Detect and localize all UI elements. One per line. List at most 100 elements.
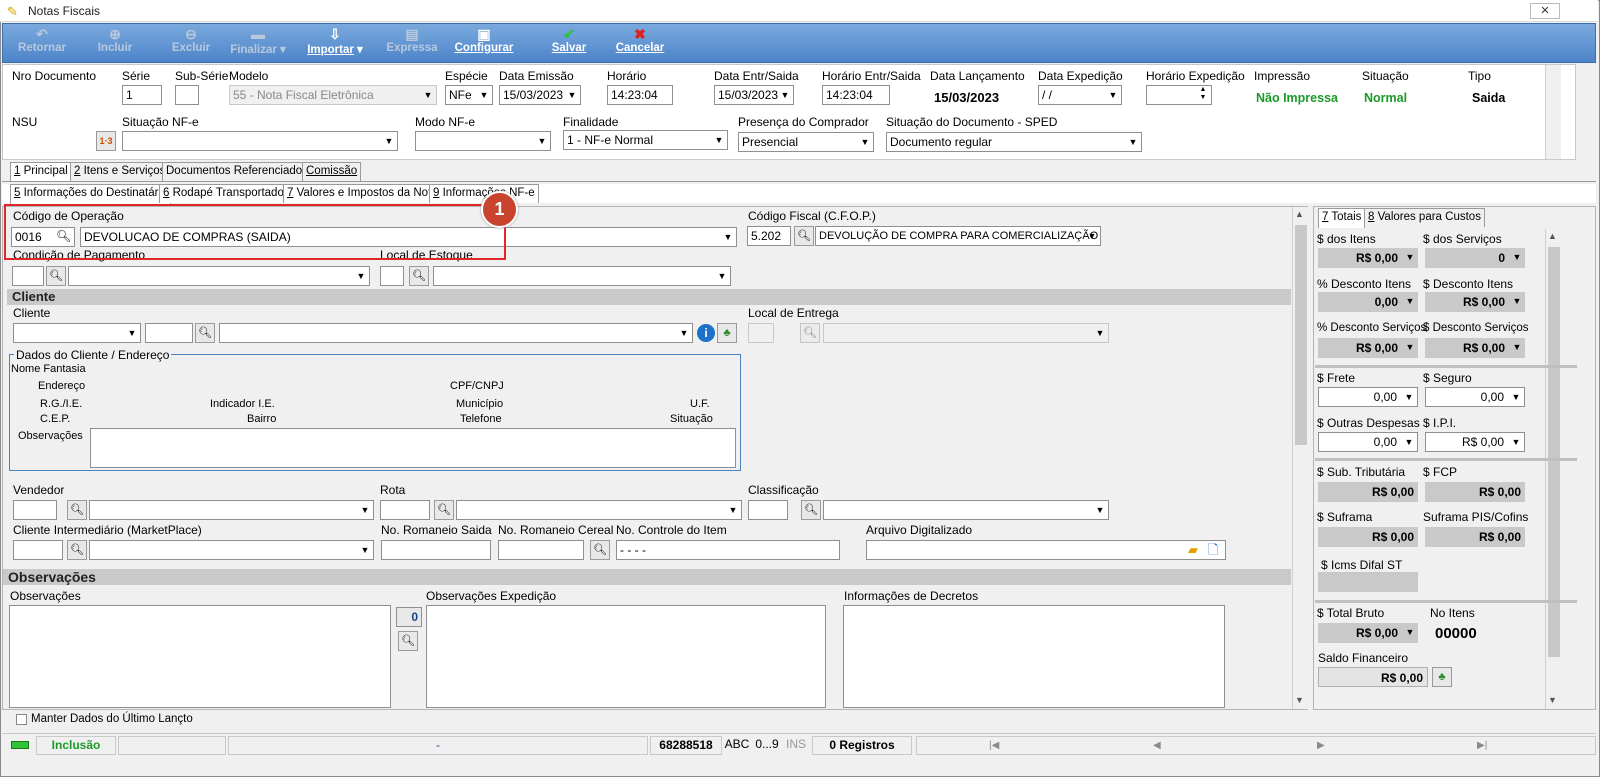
scroll-down-icon[interactable]: ▼ xyxy=(1295,695,1304,705)
cfop-code-field[interactable]: 5.202 xyxy=(747,226,791,246)
cliente-select[interactable]: ▼ xyxy=(219,323,693,343)
dos-servicos-value[interactable]: 0 ▼ xyxy=(1425,248,1525,268)
romaneio-search-icon[interactable]: 🔍︎ xyxy=(590,540,610,560)
frete-value[interactable]: 0,00 ▼ xyxy=(1318,387,1418,407)
cliente-intermediario-search-icon[interactable]: 🔍︎ xyxy=(67,540,87,560)
classificacao-search-icon[interactable]: 🔍︎ xyxy=(801,500,821,520)
dos-itens-value[interactable]: R$ 0,00 ▼ xyxy=(1318,248,1418,268)
seguro-value[interactable]: 0,00 ▼ xyxy=(1425,387,1525,407)
scroll-thumb[interactable] xyxy=(1295,225,1307,445)
local-entrega-code[interactable] xyxy=(748,323,774,343)
scroll-thumb[interactable] xyxy=(1548,247,1560,657)
local-entrega-search-icon[interactable]: 🔍︎ xyxy=(800,323,820,343)
header-scrollbar[interactable] xyxy=(1545,65,1561,159)
incluir-button[interactable]: ⊕ Incluir xyxy=(85,24,145,62)
rota-search-icon[interactable]: 🔍︎ xyxy=(434,500,454,520)
expressa-button[interactable]: ▤ Expressa xyxy=(381,24,443,62)
local-entrega-select[interactable]: ▼ xyxy=(823,323,1109,343)
nsu-icon[interactable]: 1·3 xyxy=(96,131,116,151)
presenca-comprador-select[interactable]: Presencial ▼ xyxy=(738,132,874,152)
cliente-type-select[interactable]: ▼ xyxy=(13,323,141,343)
local-estoque-select[interactable]: ▼ xyxy=(433,266,731,286)
condicao-pagamento-code[interactable] xyxy=(12,266,44,286)
cliente-code-field[interactable] xyxy=(145,323,193,343)
ipi-value[interactable]: R$ 0,00 ▼ xyxy=(1425,432,1525,452)
arquivo-digitalizado-field[interactable] xyxy=(866,540,1226,560)
money-bag-icon[interactable]: ♣ xyxy=(1432,667,1452,687)
romaneio-saida-field[interactable] xyxy=(381,540,491,560)
first-record-button[interactable]: |◀ xyxy=(989,737,999,754)
total-bruto-value[interactable]: R$ 0,00 ▼ xyxy=(1318,623,1418,643)
data-expedicao-field[interactable]: / / ▼ xyxy=(1038,85,1122,105)
next-record-button[interactable]: ▶ xyxy=(1317,737,1325,754)
tab-rodape-transportador[interactable]: 6 Rodapé Transportador xyxy=(159,184,292,203)
rota-code[interactable] xyxy=(380,500,430,520)
info-icon[interactable]: i xyxy=(697,324,715,342)
tab-comissao[interactable]: Comissão xyxy=(302,162,362,181)
condicao-search-icon[interactable]: 🔍︎ xyxy=(46,266,66,286)
salvar-button[interactable]: ✔ Salvar xyxy=(541,24,597,62)
tab-valores-impostos[interactable]: 7 Valores e Impostos da Nota xyxy=(283,184,442,203)
scroll-up-icon[interactable]: ▲ xyxy=(1295,209,1304,219)
horario-entr-saida-field[interactable]: 14:23:04 xyxy=(822,85,890,105)
tab-principal[interactable]: 1 Principal xyxy=(10,162,72,182)
observacoes-expedicao-field[interactable] xyxy=(426,605,826,708)
vendedor-search-icon[interactable]: 🔍︎ xyxy=(67,500,87,520)
cliente-search-icon[interactable]: 🔍︎ xyxy=(195,323,215,343)
spinner-icon[interactable]: ▲ ▼ xyxy=(1195,86,1211,104)
rota-select[interactable]: ▼ xyxy=(456,500,742,520)
manter-dados-checkbox[interactable] xyxy=(16,714,27,725)
informacoes-decretos-field[interactable] xyxy=(843,605,1225,708)
outras-despesas-value[interactable]: 0,00 ▼ xyxy=(1318,432,1418,452)
modelo-select[interactable]: 55 - Nota Fiscal Eletrônica ▼ xyxy=(229,85,437,105)
cliente-intermediario-select[interactable]: ▼ xyxy=(89,540,374,560)
cfop-select[interactable]: DEVOLUÇÃO DE COMPRA PARA COMERCIALIZAÇÃO… xyxy=(815,226,1101,246)
totals-scrollbar[interactable]: ▲ ▼ xyxy=(1545,229,1561,709)
cancelar-button[interactable]: ✖ Cancelar xyxy=(609,24,671,62)
sub-serie-field[interactable] xyxy=(175,85,199,105)
vendedor-select[interactable]: ▼ xyxy=(89,500,374,520)
retornar-button[interactable]: ↶ Retornar xyxy=(9,24,75,62)
tab-documentos-referenciados[interactable]: Documentos Referenciados xyxy=(162,162,312,181)
observacoes-search-icon[interactable]: 🔍︎ xyxy=(398,631,418,651)
main-scrollbar[interactable]: ▲ ▼ xyxy=(1292,207,1308,709)
pct-desc-itens-value[interactable]: 0,00 ▼ xyxy=(1318,292,1418,312)
money-bag-icon[interactable]: ♣ xyxy=(717,323,737,343)
data-entr-saida-field[interactable]: 15/03/2023 ▼ xyxy=(714,85,794,105)
controle-item-field[interactable]: - - - - xyxy=(616,540,840,560)
close-button[interactable]: ✕ xyxy=(1530,3,1560,19)
modo-nfe-select[interactable]: ▼ xyxy=(415,131,551,151)
romaneio-cereal-field[interactable] xyxy=(498,540,584,560)
tab-itens-servicos[interactable]: 2 Itens e Serviços xyxy=(70,162,170,181)
situacao-nfe-select[interactable]: ▼ xyxy=(122,131,398,151)
local-estoque-search-icon[interactable]: 🔍︎ xyxy=(409,266,429,286)
desc-itens-value[interactable]: R$ 0,00 ▼ xyxy=(1425,292,1525,312)
excluir-button[interactable]: ⊖ Excluir xyxy=(161,24,221,62)
finalidade-select[interactable]: 1 - NF-e Normal ▼ xyxy=(563,130,728,150)
prev-record-button[interactable]: ◀ xyxy=(1153,737,1161,754)
finalizar-button[interactable]: ▬ Finalizar ▾ xyxy=(225,24,291,62)
vendedor-code[interactable] xyxy=(13,500,57,520)
folder-icon[interactable]: ▰ xyxy=(1188,542,1198,558)
tab-valores-custos[interactable]: 8 Valores para Custos xyxy=(1364,208,1485,227)
tab-informacoes-destinatario[interactable]: 5 Informações do Destinatário xyxy=(10,184,172,204)
horario-field[interactable]: 14:23:04 xyxy=(607,85,673,105)
situacao-sped-select[interactable]: Documento regular ▼ xyxy=(886,132,1142,152)
scroll-down-icon[interactable]: ▼ xyxy=(1548,695,1557,705)
scroll-up-icon[interactable]: ▲ xyxy=(1548,231,1557,241)
desc-servicos-value[interactable]: R$ 0,00 ▼ xyxy=(1425,338,1525,358)
especie-select[interactable]: NFe ▼ xyxy=(445,85,493,105)
last-record-button[interactable]: ▶| xyxy=(1477,737,1487,754)
cliente-intermediario-code[interactable] xyxy=(13,540,63,560)
importar-button[interactable]: ⇩ Importar ▾ xyxy=(299,24,371,62)
configurar-button[interactable]: ▣ Configurar xyxy=(451,24,517,62)
condicao-pagamento-select[interactable]: ▼ xyxy=(68,266,370,286)
classificacao-select[interactable]: ▼ xyxy=(823,500,1109,520)
horario-expedicao-field[interactable]: ▲ ▼ xyxy=(1146,85,1212,105)
local-estoque-code[interactable] xyxy=(380,266,404,286)
serie-field[interactable]: 1 xyxy=(122,85,162,105)
cfop-search-icon[interactable]: 🔍︎ xyxy=(794,226,814,246)
observacoes-cliente-field[interactable] xyxy=(90,428,736,468)
classificacao-code[interactable] xyxy=(748,500,788,520)
file-icon[interactable]: 🗋︎ xyxy=(1208,541,1218,563)
